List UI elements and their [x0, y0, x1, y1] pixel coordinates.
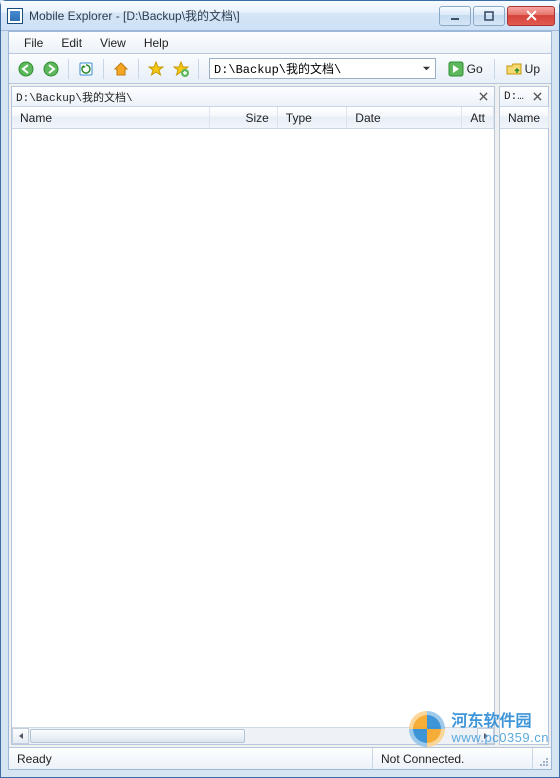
maximize-button[interactable] — [473, 6, 505, 26]
address-combo[interactable]: D:\Backup\我的文档\ — [209, 58, 436, 79]
go-button[interactable]: Go — [443, 58, 488, 80]
add-favorite-button[interactable] — [170, 58, 192, 80]
status-ready: Ready — [9, 748, 373, 769]
panes-container: D:\Backup\我的文档\ Name Size Type Date Att — [9, 84, 551, 747]
window-buttons — [437, 6, 555, 26]
status-bar: Ready Not Connected. — [9, 747, 551, 769]
col-header-size[interactable]: Size — [210, 107, 278, 128]
app-icon — [7, 8, 23, 24]
menu-bar: File Edit View Help — [9, 32, 551, 54]
left-pane-tab[interactable]: D:\Backup\我的文档\ — [12, 87, 494, 107]
refresh-button[interactable] — [75, 58, 97, 80]
scroll-track[interactable] — [29, 728, 477, 744]
resize-grip-icon[interactable] — [533, 748, 551, 769]
go-icon — [448, 61, 464, 77]
col-header-date[interactable]: Date — [347, 107, 462, 128]
back-button[interactable] — [15, 58, 37, 80]
client-area: File Edit View Help D:\Backup\我的文档\ — [8, 31, 552, 770]
toolbar-separator — [198, 59, 199, 79]
toolbar-separator — [138, 59, 139, 79]
col-header-attr[interactable]: Att — [462, 107, 494, 128]
right-column-headers: Name — [500, 107, 548, 129]
right-tab-path: D:... — [504, 91, 530, 103]
go-label: Go — [467, 62, 483, 76]
right-pane: D:... Name — [499, 86, 549, 745]
home-button[interactable] — [110, 58, 132, 80]
left-column-headers: Name Size Type Date Att — [12, 107, 494, 129]
col-header-type[interactable]: Type — [278, 107, 348, 128]
left-file-list[interactable] — [12, 129, 494, 727]
left-hscrollbar[interactable] — [12, 727, 494, 744]
minimize-button[interactable] — [439, 6, 471, 26]
menu-edit[interactable]: Edit — [52, 34, 91, 52]
scroll-left-button[interactable] — [12, 728, 29, 744]
menu-view[interactable]: View — [91, 34, 135, 52]
toolbar: D:\Backup\我的文档\ Go Up — [9, 54, 551, 84]
toolbar-separator — [103, 59, 104, 79]
col-header-name[interactable]: Name — [12, 107, 210, 128]
folder-up-icon — [506, 61, 522, 77]
toolbar-separator — [494, 59, 495, 79]
title-bar: Mobile Explorer - [D:\Backup\我的文档\] — [1, 1, 559, 31]
address-dropdown-button[interactable] — [419, 59, 435, 78]
right-file-list[interactable] — [500, 129, 548, 744]
right-pane-tab[interactable]: D:... — [500, 87, 548, 107]
scroll-right-button[interactable] — [477, 728, 494, 744]
right-tab-close-icon[interactable] — [530, 90, 544, 104]
status-connection: Not Connected. — [373, 748, 533, 769]
left-tab-close-icon[interactable] — [476, 90, 490, 104]
toolbar-separator — [68, 59, 69, 79]
forward-button[interactable] — [40, 58, 62, 80]
left-pane: D:\Backup\我的文档\ Name Size Type Date Att — [11, 86, 495, 745]
up-label: Up — [525, 62, 540, 76]
close-button[interactable] — [507, 6, 555, 26]
col-header-name-right[interactable]: Name — [500, 107, 549, 128]
scroll-thumb[interactable] — [30, 729, 245, 743]
up-button[interactable]: Up — [501, 58, 545, 80]
favorites-button[interactable] — [145, 58, 167, 80]
menu-file[interactable]: File — [15, 34, 52, 52]
left-tab-path: D:\Backup\我的文档\ — [16, 89, 476, 105]
window-title: Mobile Explorer - [D:\Backup\我的文档\] — [29, 7, 437, 24]
menu-help[interactable]: Help — [135, 34, 178, 52]
address-text[interactable]: D:\Backup\我的文档\ — [214, 60, 419, 77]
